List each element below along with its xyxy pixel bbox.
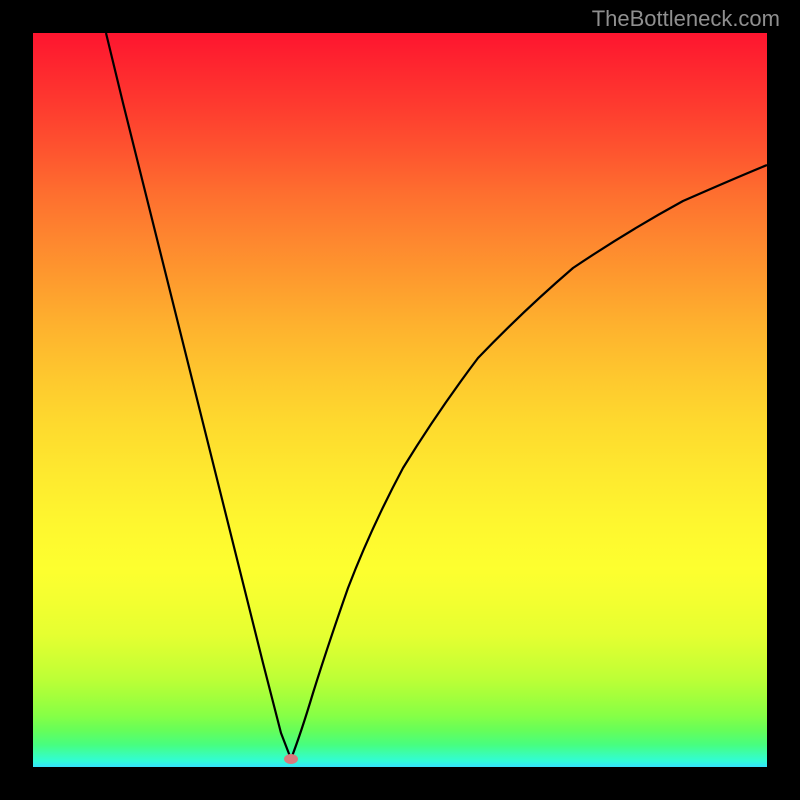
- bottleneck-curve-right: [291, 165, 767, 759]
- chart-frame: TheBottleneck.com: [0, 0, 800, 800]
- plot-area: [33, 33, 767, 767]
- watermark-text: TheBottleneck.com: [592, 6, 780, 32]
- minimum-marker: [284, 754, 298, 764]
- curve-layer: [33, 33, 767, 767]
- bottleneck-curve-left: [106, 33, 291, 759]
